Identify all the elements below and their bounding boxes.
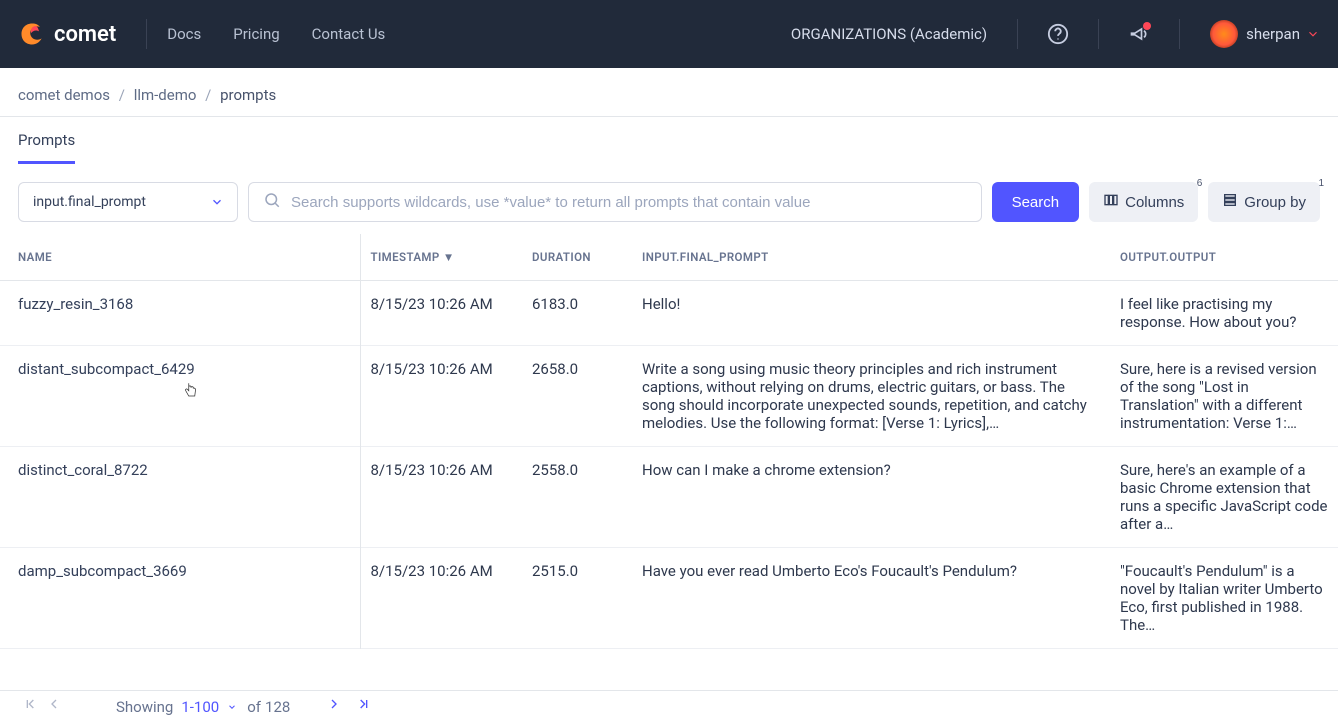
announcements-icon[interactable] [1119, 14, 1159, 54]
columns-icon [1103, 192, 1119, 212]
chevron-down-icon [205, 190, 229, 214]
cell-timestamp: 8/15/23 10:26 AM [360, 548, 522, 649]
col-header-name[interactable]: NAME [0, 234, 360, 281]
columns-button[interactable]: Columns 6 [1089, 182, 1198, 222]
table-row[interactable]: fuzzy_resin_3168 8/15/23 10:26 AM 6183.0… [0, 281, 1338, 346]
col-header-output[interactable]: OUTPUT.OUTPUT [1110, 234, 1338, 281]
crumb-project[interactable]: llm-demo [134, 86, 197, 104]
group-badge: 1 [1318, 178, 1324, 189]
col-header-duration[interactable]: DURATION [522, 234, 632, 281]
chevron-down-icon [1306, 27, 1320, 41]
header-divider [146, 19, 147, 49]
cell-duration: 2558.0 [522, 447, 632, 548]
username-label: sherpan [1246, 25, 1300, 43]
showing-label: Showing [116, 698, 173, 716]
header-divider [1017, 19, 1018, 49]
cell-output: "Foucault's Pendulum" is a novel by Ital… [1110, 548, 1338, 649]
search-button[interactable]: Search [992, 182, 1080, 222]
header-divider [1179, 19, 1180, 49]
cell-output: Sure, here's an example of a basic Chrom… [1110, 447, 1338, 548]
cell-duration: 2658.0 [522, 346, 632, 447]
group-by-button-label: Group by [1244, 194, 1306, 211]
table-row[interactable]: distinct_coral_8722 8/15/23 10:26 AM 255… [0, 447, 1338, 548]
of-label: of [247, 698, 261, 716]
prompts-table: NAME TIMESTAMP ▼ DURATION INPUT.FINAL_PR… [0, 234, 1338, 649]
page-range[interactable]: 1-100 [181, 698, 219, 716]
cell-timestamp: 8/15/23 10:26 AM [360, 281, 522, 346]
cell-input: How can I make a chrome extension? [632, 447, 1110, 548]
page-first-icon[interactable] [18, 692, 42, 716]
table-row[interactable]: damp_subcompact_3669 8/15/23 10:26 AM 25… [0, 548, 1338, 649]
cell-name: distant_subcompact_6429 [0, 346, 360, 447]
crumb-current: prompts [220, 86, 276, 104]
cell-name: damp_subcompact_3669 [0, 548, 360, 649]
page-last-icon[interactable] [352, 692, 376, 716]
cell-timestamp: 8/15/23 10:26 AM [360, 447, 522, 548]
cell-name: distinct_coral_8722 [0, 447, 360, 548]
group-icon [1222, 192, 1238, 212]
table-row[interactable]: distant_subcompact_6429 8/15/23 10:26 AM… [0, 346, 1338, 447]
tab-prompts[interactable]: Prompts [18, 131, 75, 164]
col-header-input[interactable]: INPUT.FINAL_PROMPT [632, 234, 1110, 281]
search-icon [263, 191, 281, 213]
nav-docs[interactable]: Docs [167, 25, 201, 43]
filter-toolbar: input.final_prompt Search Columns 6 Grou… [0, 164, 1338, 234]
chevron-down-icon [227, 702, 237, 712]
field-select-dropdown[interactable]: input.final_prompt [18, 182, 238, 222]
cell-input: Hello! [632, 281, 1110, 346]
app-header: comet Docs Pricing Contact Us ORGANIZATI… [0, 0, 1338, 68]
search-field[interactable] [248, 182, 982, 222]
nav-contact[interactable]: Contact Us [312, 25, 386, 43]
brand-name: comet [54, 22, 116, 47]
nav-pricing[interactable]: Pricing [233, 25, 279, 43]
comet-swirl-icon [18, 20, 46, 48]
cell-output: I feel like practising my response. How … [1110, 281, 1338, 346]
cell-duration: 2515.0 [522, 548, 632, 649]
cell-timestamp: 8/15/23 10:26 AM [360, 346, 522, 447]
search-input[interactable] [291, 194, 967, 211]
page-next-icon[interactable] [322, 692, 346, 716]
breadcrumb: comet demos / llm-demo / prompts [0, 68, 1338, 117]
page-tabs: Prompts [0, 117, 1338, 164]
col-header-timestamp[interactable]: TIMESTAMP ▼ [360, 234, 522, 281]
top-nav: Docs Pricing Contact Us [167, 25, 385, 43]
cell-name: fuzzy_resin_3168 [0, 281, 360, 346]
cell-output: Sure, here is a revised version of the s… [1110, 346, 1338, 447]
org-selector[interactable]: ORGANIZATIONS (Academic) [791, 25, 987, 43]
pagination-bar: Showing 1-100 of 128 [0, 690, 1338, 716]
help-icon[interactable] [1038, 14, 1078, 54]
columns-badge: 6 [1197, 178, 1203, 189]
cell-input: Have you ever read Umberto Eco's Foucaul… [632, 548, 1110, 649]
field-select-value: input.final_prompt [33, 194, 146, 210]
user-menu[interactable]: sherpan [1210, 20, 1320, 48]
total-count: 128 [265, 698, 290, 716]
cell-input: Write a song using music theory principl… [632, 346, 1110, 447]
brand-logo[interactable]: comet [18, 20, 116, 48]
crumb-root[interactable]: comet demos [18, 86, 110, 104]
columns-button-label: Columns [1125, 194, 1184, 211]
page-prev-icon[interactable] [42, 692, 66, 716]
avatar [1210, 20, 1238, 48]
cell-duration: 6183.0 [522, 281, 632, 346]
notification-dot-icon [1143, 22, 1151, 30]
group-by-button[interactable]: Group by 1 [1208, 182, 1320, 222]
header-divider [1098, 19, 1099, 49]
